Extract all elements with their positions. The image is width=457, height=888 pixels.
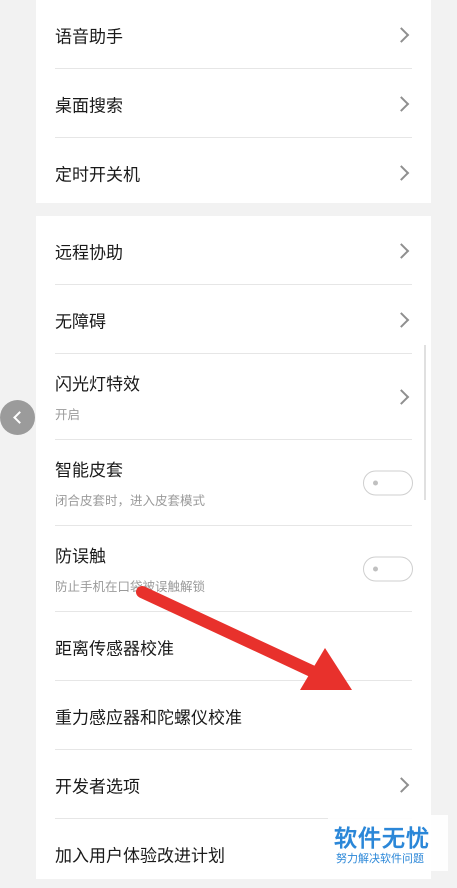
settings-item-label: 距离传感器校准 — [55, 639, 174, 659]
settings-group-1: 语音助手 桌面搜索 定时开关机 — [36, 0, 431, 203]
watermark: 软件无忧 努力解决软件问题 — [328, 815, 448, 871]
settings-item-label: 桌面搜索 — [55, 96, 123, 116]
toggle-knob — [373, 566, 378, 572]
watermark-subtitle: 努力解决软件问题 — [336, 852, 424, 865]
settings-item-subtitle: 防止手机在口袋被误触解锁 — [55, 579, 206, 594]
chevron-right-icon — [393, 242, 410, 259]
chevron-left-icon — [13, 411, 26, 424]
settings-item-label: 远程协助 — [55, 243, 123, 263]
chevron-right-icon — [393, 389, 410, 405]
chevron-right-icon — [393, 95, 410, 112]
settings-item-flash-effect[interactable]: 闪光灯特效 开启 — [36, 354, 431, 440]
floating-back-button[interactable] — [0, 400, 35, 435]
settings-item-label: 语音助手 — [55, 27, 123, 47]
settings-item-label: 重力感应器和陀螺仪校准 — [55, 708, 242, 728]
settings-item-label: 加入用户体验改进计划 — [55, 846, 225, 866]
settings-group-2: 远程协助 无障碍 闪光灯特效 开启 智能皮套 闭合皮套时，进入皮套模式 防误触 … — [36, 216, 431, 879]
settings-item-label: 闪光灯特效 — [55, 375, 140, 395]
scrollbar — [424, 345, 426, 500]
settings-item-developer-options[interactable]: 开发者选项 — [36, 750, 431, 819]
chevron-right-icon — [393, 311, 410, 328]
smart-cover-toggle[interactable] — [363, 470, 413, 496]
settings-item-label: 定时开关机 — [55, 165, 140, 185]
chevron-right-icon — [393, 26, 410, 43]
settings-item-scheduled-power[interactable]: 定时开关机 — [36, 138, 431, 207]
settings-item-desktop-search[interactable]: 桌面搜索 — [36, 69, 431, 138]
settings-item-label: 无障碍 — [55, 312, 106, 332]
settings-item-subtitle: 闭合皮套时，进入皮套模式 — [55, 493, 206, 508]
settings-item-subtitle: 开启 — [55, 407, 81, 422]
settings-item-smart-cover: 智能皮套 闭合皮套时，进入皮套模式 — [36, 440, 431, 526]
settings-item-voice-assistant[interactable]: 语音助手 — [36, 0, 431, 69]
pocket-mode-toggle[interactable] — [363, 556, 413, 582]
settings-item-proximity-calibration[interactable]: 距离传感器校准 — [36, 612, 431, 681]
settings-item-label: 开发者选项 — [55, 777, 140, 797]
toggle-knob — [373, 480, 378, 486]
watermark-title: 软件无忧 — [334, 826, 430, 852]
settings-item-label: 防误触 — [55, 547, 106, 567]
chevron-right-icon — [393, 164, 410, 181]
settings-item-pocket-mode: 防误触 防止手机在口袋被误触解锁 — [36, 526, 431, 612]
chevron-right-icon — [393, 776, 410, 793]
settings-item-gravity-gyro-calibration[interactable]: 重力感应器和陀螺仪校准 — [36, 681, 431, 750]
settings-item-label: 智能皮套 — [55, 461, 123, 481]
settings-item-remote-assist[interactable]: 远程协助 — [36, 216, 431, 285]
settings-item-accessibility[interactable]: 无障碍 — [36, 285, 431, 354]
